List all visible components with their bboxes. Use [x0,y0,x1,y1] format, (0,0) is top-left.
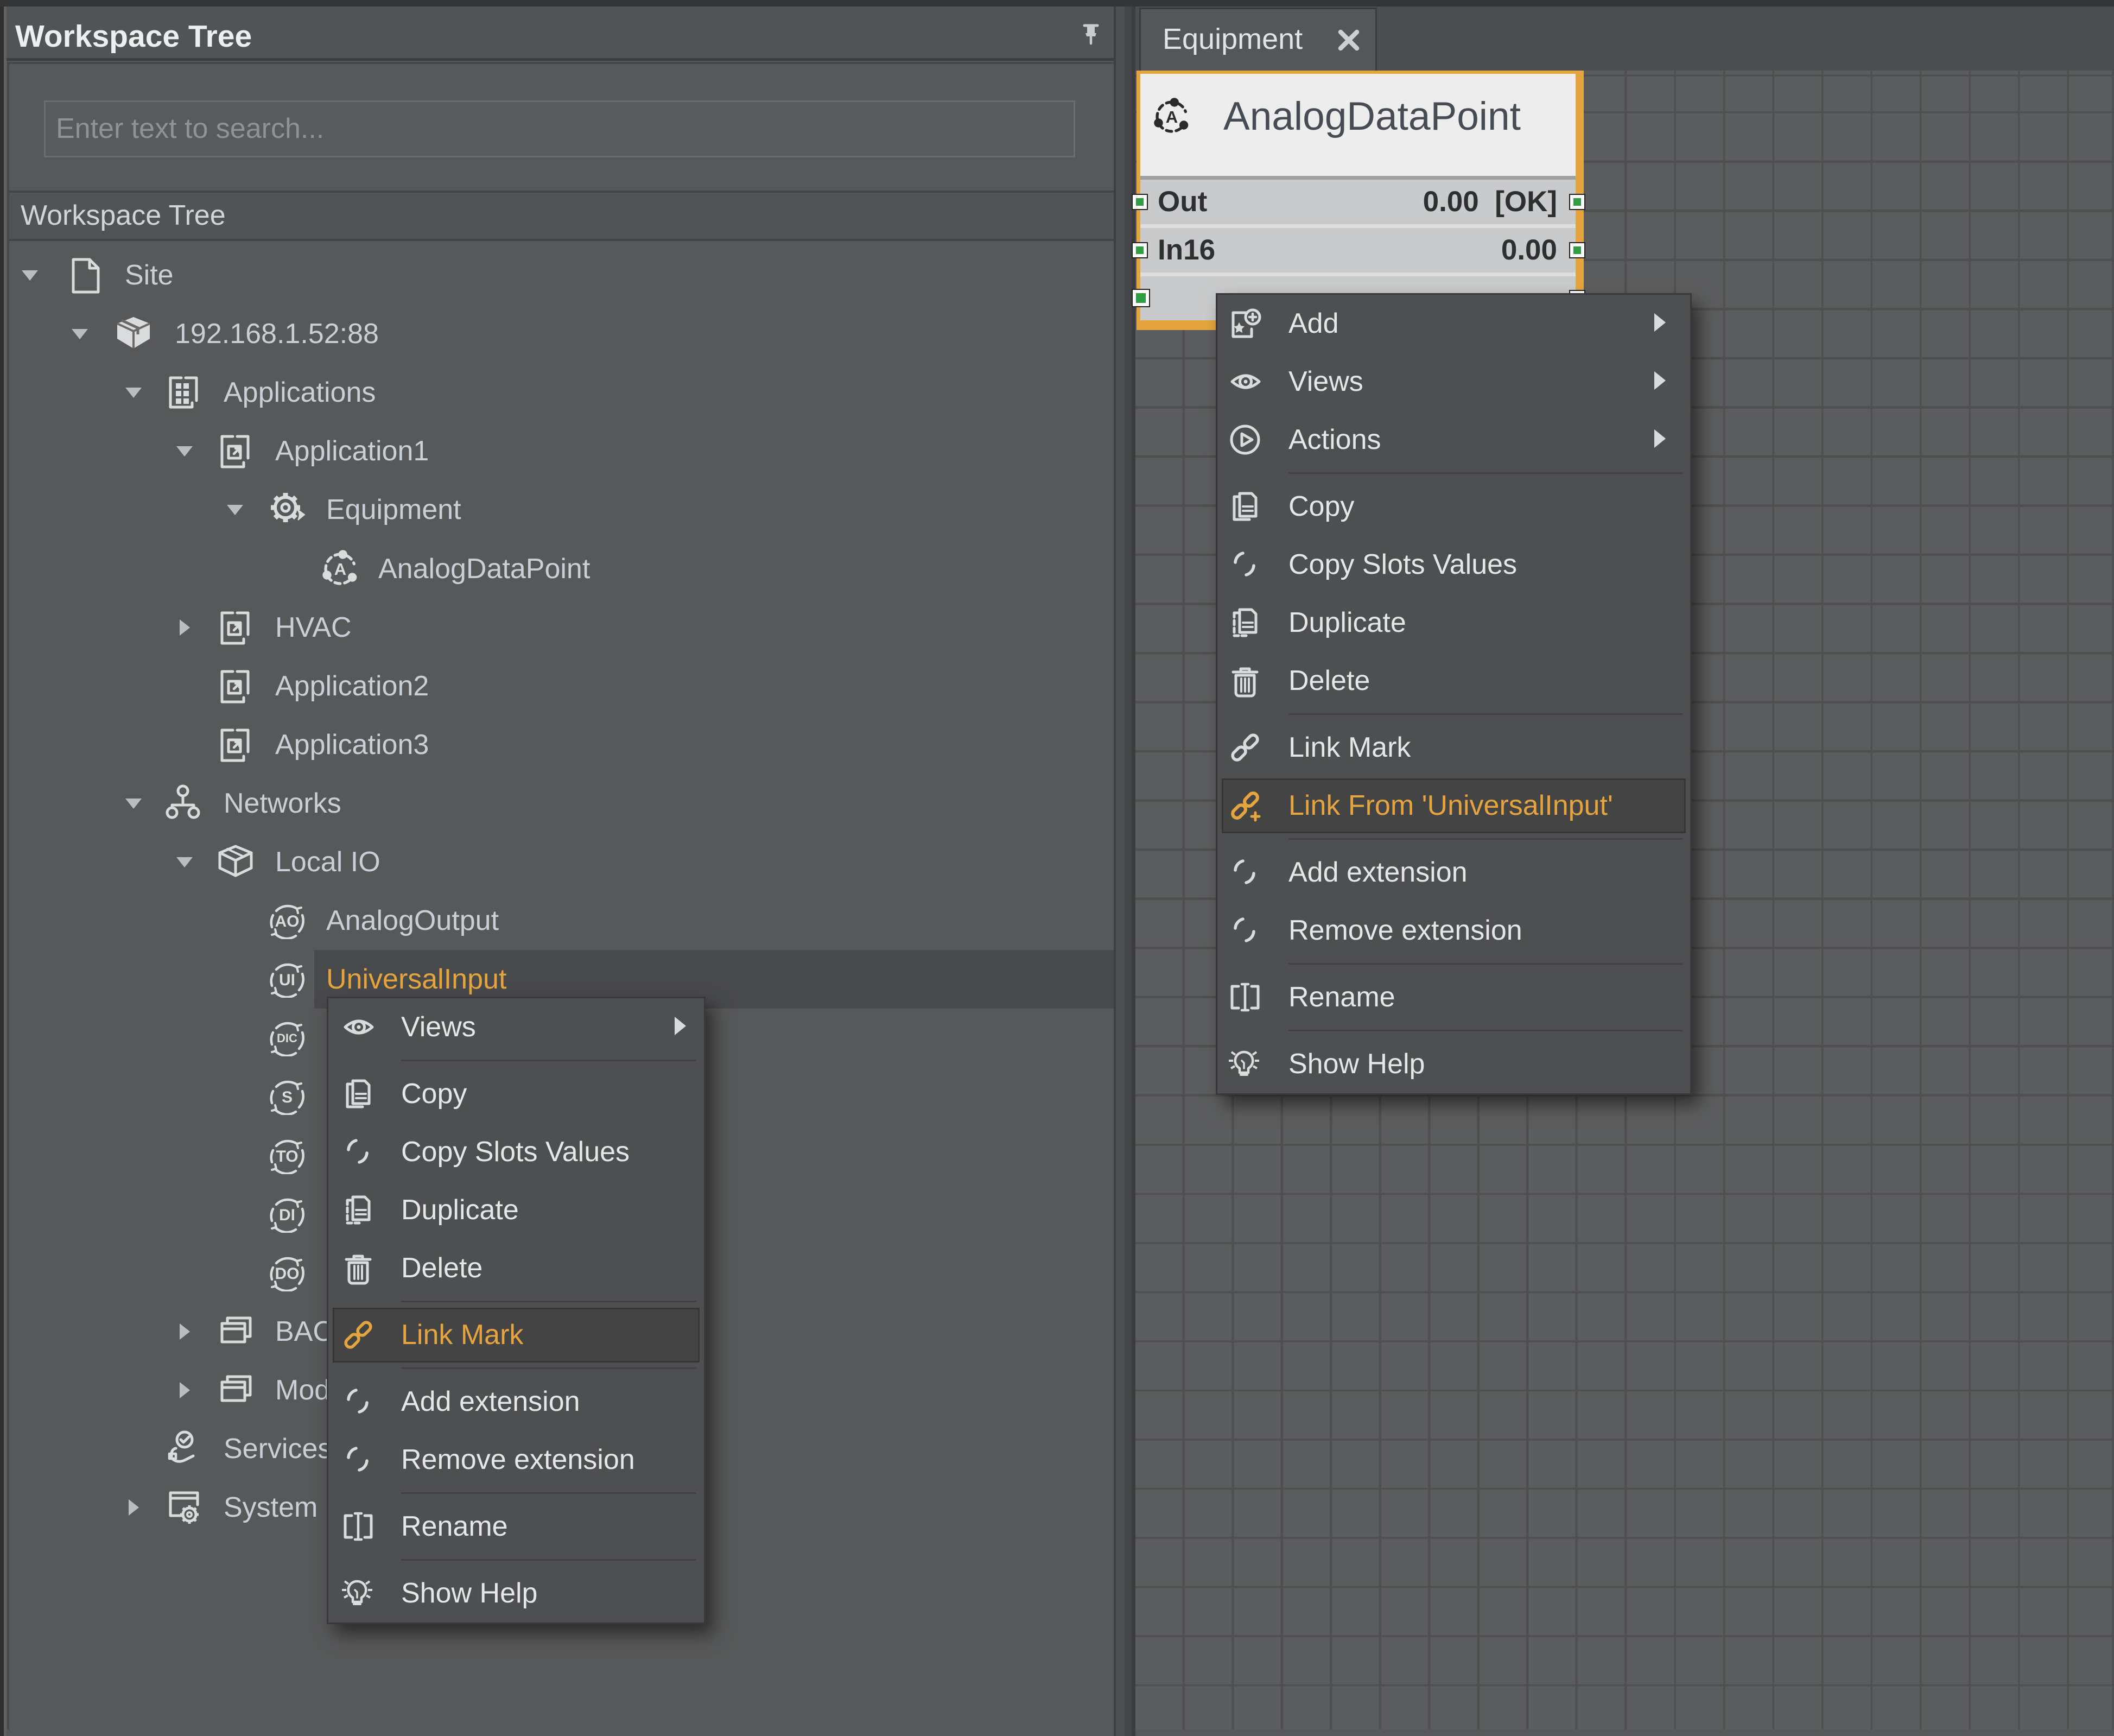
svg-text:DO: DO [275,1265,300,1283]
svg-text:A: A [1166,107,1178,126]
svg-text:AO: AO [275,913,300,930]
svg-text:TO: TO [276,1148,298,1165]
svg-text:DI: DI [279,1206,295,1224]
svg-text:S: S [282,1088,293,1106]
svg-text:DIC: DIC [277,1031,297,1045]
svg-text:A: A [334,560,346,579]
svg-text:UI: UI [279,971,295,989]
